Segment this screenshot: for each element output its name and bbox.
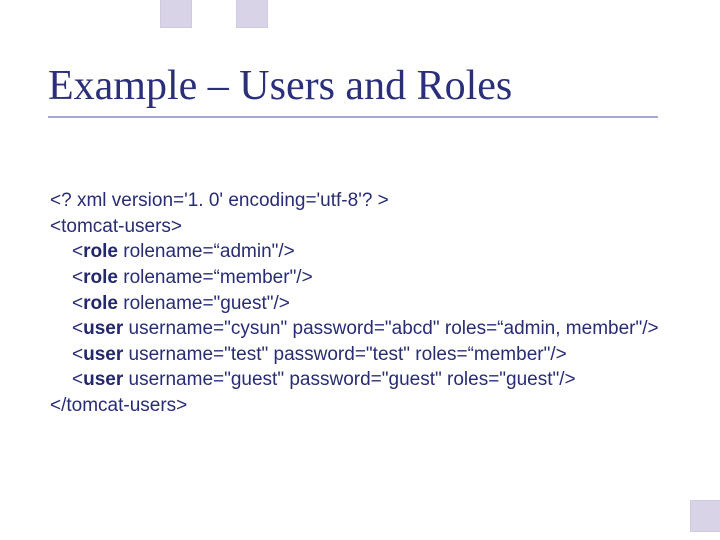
xml-open-bracket: < <box>72 241 83 262</box>
xml-role-tag: role <box>83 293 118 314</box>
xml-close-root: </tomcat-users> <box>50 393 659 419</box>
accent-box-top-2 <box>236 0 268 28</box>
xml-open-root: <tomcat-users> <box>50 214 659 240</box>
xml-user-tag: user <box>83 318 123 339</box>
slide: Example – Users and Roles <? xml version… <box>0 0 720 540</box>
accent-box-bottom <box>690 500 720 532</box>
xml-open-bracket: < <box>72 344 83 365</box>
accent-box-top-1 <box>160 0 192 28</box>
xml-role-member: <role rolename=“member"/> <box>50 265 659 291</box>
xml-declaration: <? xml version='1. 0' encoding='utf-8'? … <box>50 188 659 214</box>
xml-user-attrs: username="test" password="test" roles=“m… <box>123 344 566 365</box>
xml-user-tag: user <box>83 369 123 390</box>
xml-role-attrs: rolename=“admin"/> <box>118 241 295 262</box>
xml-role-admin: <role rolename=“admin"/> <box>50 239 659 265</box>
title-underline <box>48 116 658 118</box>
title-block: Example – Users and Roles <box>48 62 658 118</box>
xml-user-cysun: <user username="cysun" password="abcd" r… <box>50 316 659 342</box>
xml-user-attrs: username="cysun" password="abcd" roles=“… <box>123 318 658 339</box>
xml-role-tag: role <box>83 267 118 288</box>
xml-user-test: <user username="test" password="test" ro… <box>50 342 659 368</box>
xml-user-attrs: username="guest" password="guest" roles=… <box>123 369 575 390</box>
xml-open-bracket: < <box>72 318 83 339</box>
xml-role-tag: role <box>83 241 118 262</box>
xml-role-guest: <role rolename="guest"/> <box>50 291 659 317</box>
xml-code-block: <? xml version='1. 0' encoding='utf-8'? … <box>50 188 659 419</box>
xml-open-bracket: < <box>72 293 83 314</box>
xml-open-bracket: < <box>72 267 83 288</box>
xml-open-bracket: < <box>72 369 83 390</box>
xml-role-attrs: rolename="guest"/> <box>118 293 290 314</box>
xml-user-tag: user <box>83 344 123 365</box>
xml-user-guest: <user username="guest" password="guest" … <box>50 367 659 393</box>
xml-role-attrs: rolename=“member"/> <box>118 267 313 288</box>
slide-title: Example – Users and Roles <box>48 62 658 110</box>
